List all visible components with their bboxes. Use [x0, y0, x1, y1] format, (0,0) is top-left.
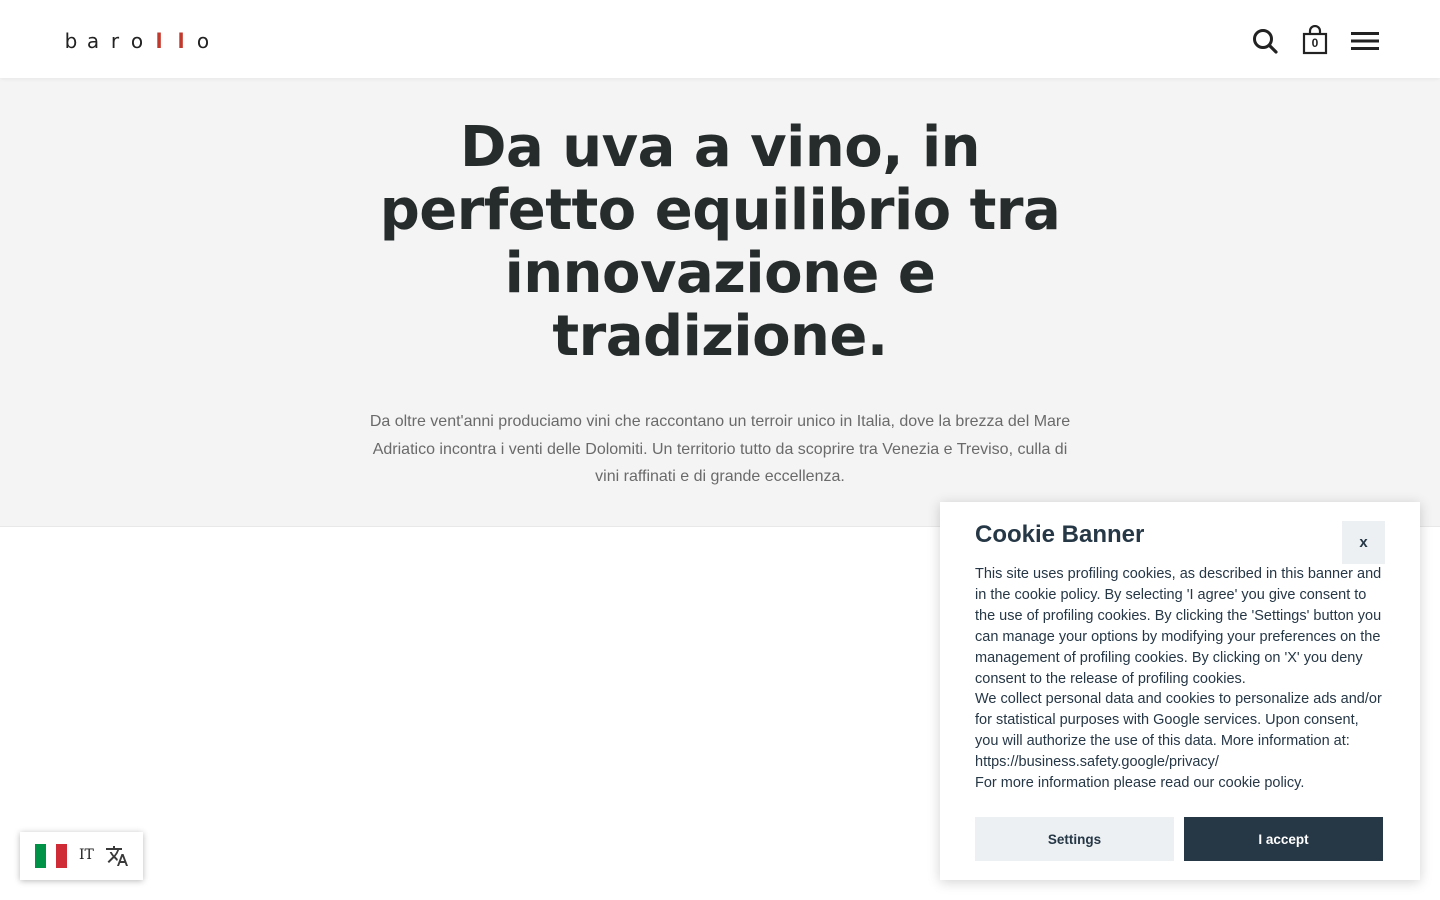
logo-letter: b — [64, 29, 78, 53]
cookie-banner-title: Cookie Banner — [975, 521, 1145, 548]
hero-section: Da uva a vino, in perfetto equilibrio tr… — [0, 78, 1440, 527]
cookie-accept-button[interactable]: I accept — [1184, 817, 1383, 861]
language-switcher[interactable]: IT — [20, 832, 143, 880]
logo-letter-accent: l — [155, 29, 163, 53]
hamburger-menu-icon[interactable] — [1349, 25, 1381, 57]
cookie-banner: Cookie Banner x This site uses profiling… — [940, 502, 1420, 880]
search-icon[interactable] — [1249, 25, 1281, 57]
language-code: IT — [79, 847, 94, 863]
site-header: b a r o l l o 0 — [0, 0, 1440, 78]
shopping-bag-icon[interactable]: 0 — [1299, 25, 1331, 57]
logo-letter: o — [130, 29, 144, 53]
hero-title: Da uva a vino, in perfetto equilibrio tr… — [379, 115, 1061, 369]
cookie-paragraph: We collect personal data and cookies to … — [975, 691, 1382, 771]
translate-icon — [106, 846, 128, 866]
italian-flag-icon — [35, 844, 68, 868]
hero-description: Da oltre vent'anni produciamo vini che r… — [369, 413, 1071, 485]
cookie-banner-text: This site uses profiling cookies, as des… — [975, 564, 1385, 794]
logo-letter-accent: l — [177, 29, 185, 53]
cookie-settings-button[interactable]: Settings — [975, 817, 1174, 861]
cookie-close-button[interactable]: x — [1342, 521, 1385, 564]
logo-letter: o — [196, 29, 210, 53]
logo-letter: r — [110, 29, 120, 53]
cart-count: 0 — [1311, 36, 1319, 50]
logo-letter: a — [86, 29, 100, 53]
cookie-paragraph: This site uses profiling cookies, as des… — [975, 566, 1382, 687]
brand-logo[interactable]: b a r o l l o — [60, 29, 214, 53]
cookie-paragraph: For more information please read our coo… — [975, 775, 1305, 792]
